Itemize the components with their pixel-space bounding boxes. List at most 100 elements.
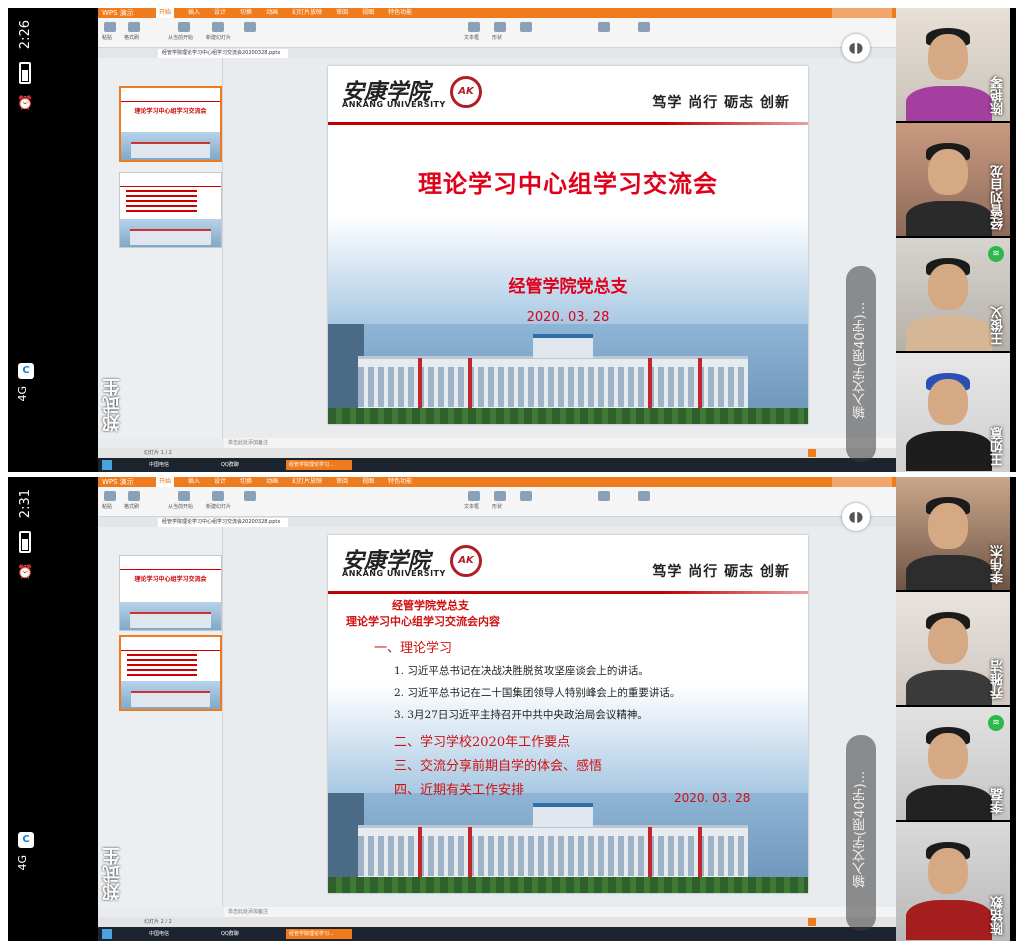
- find-icon[interactable]: [598, 491, 610, 501]
- share-icon[interactable]: [638, 491, 650, 501]
- windows-taskbar: 中国电信 QQ群聊 经管学院理论学习...: [98, 458, 896, 472]
- thumb-lines: [126, 190, 215, 212]
- shape-icon[interactable]: [494, 491, 506, 501]
- slide-thumbnail-2[interactable]: [119, 172, 222, 248]
- arrange-icon[interactable]: [520, 491, 532, 501]
- slide-thumbnail-1[interactable]: 理论学习中心组学习交流会: [119, 555, 222, 631]
- new-slide-icon[interactable]: [212, 22, 224, 32]
- taskbar-item[interactable]: QQ群聊: [218, 929, 239, 939]
- taskbar-item-active[interactable]: 经管学院理论学习...: [286, 460, 352, 470]
- menu-item[interactable]: 插入: [188, 477, 200, 487]
- menu-item[interactable]: 幻灯片放映: [292, 8, 322, 18]
- play-icon[interactable]: [808, 918, 816, 926]
- shared-screen: WPS 演示 开始 插入 设计 切换 动画 幻灯片放映 审阅 视图 特色功能 粘…: [98, 477, 896, 941]
- menu-item[interactable]: 切换: [240, 477, 252, 487]
- slide-thumbnail-2[interactable]: [119, 635, 222, 711]
- document-tab[interactable]: 经管学院理论学习中心组学习交流会20200328.pptx: [158, 49, 288, 58]
- ribbon-label: 形状: [492, 35, 503, 41]
- slide-canvas[interactable]: 安康学院 ANKANG UNIVERSITY AK 笃学 尚行 砺志 创新 经管…: [328, 535, 808, 893]
- university-motto: 笃学 尚行 砺志 创新: [652, 564, 790, 580]
- phone-time: 2:31: [18, 489, 33, 519]
- taskbar-item-active[interactable]: 经管学院理论学习...: [286, 929, 352, 939]
- menu-item[interactable]: 设计: [214, 8, 226, 18]
- presenter-name: 郑武生: [102, 847, 123, 901]
- alarm-icon: ⏰: [17, 565, 34, 580]
- new-slide-icon[interactable]: [212, 491, 224, 501]
- participant-tile[interactable]: 陈艳琴: [896, 8, 1010, 121]
- list-item: 2. 习近平总书记在二十国集团领导人特别峰会上的重要讲话。: [394, 687, 681, 699]
- menu-item[interactable]: 动画: [266, 8, 278, 18]
- menu-item[interactable]: 特色功能: [388, 477, 412, 487]
- layout-icon[interactable]: [244, 491, 256, 501]
- find-icon[interactable]: [598, 22, 610, 32]
- layout-icon[interactable]: [244, 22, 256, 32]
- wifi-live-icon: ≋: [988, 715, 1004, 731]
- menu-item[interactable]: 设计: [214, 477, 226, 487]
- menu-item[interactable]: 切换: [240, 8, 252, 18]
- menu-item[interactable]: 动画: [266, 477, 278, 487]
- menu-item[interactable]: 插入: [188, 8, 200, 18]
- share-icon[interactable]: [638, 22, 650, 32]
- participant-tile[interactable]: ≋ 李磊: [896, 707, 1010, 820]
- ribbon-toolbar: 粘贴 格式刷 从当前开始 新建幻灯片 文本框 形状: [98, 18, 896, 48]
- university-seal-icon: AK: [450, 545, 482, 577]
- mic-icon[interactable]: ◖◗: [842, 503, 870, 531]
- slide-canvas[interactable]: 安康学院 ANKANG UNIVERSITY AK 笃学 尚行 砺志 创新 理论…: [328, 66, 808, 424]
- notes-field[interactable]: 单击此处添加备注: [224, 907, 896, 917]
- taskbar-item[interactable]: 中国电信: [146, 929, 169, 939]
- play-icon[interactable]: [808, 449, 816, 457]
- slide-header: 安康学院 ANKANG UNIVERSITY AK 笃学 尚行 砺志 创新: [328, 535, 808, 591]
- menu-item[interactable]: 审阅: [336, 8, 348, 18]
- menu-item[interactable]: 视图: [362, 8, 374, 18]
- ribbon-label: 新建幻灯片: [206, 504, 232, 510]
- mic-icon[interactable]: ◖◗: [842, 34, 870, 62]
- menu-item[interactable]: 视图: [362, 477, 374, 487]
- status-bar: 幻灯片 2 / 2: [98, 917, 896, 927]
- alarm-icon: ⏰: [17, 96, 34, 111]
- paste-icon[interactable]: [104, 22, 116, 32]
- participant-tile[interactable]: 李伟杰: [896, 477, 1010, 590]
- windows-taskbar: 中国电信 QQ群聊 经管学院理论学习...: [98, 927, 896, 941]
- participant-tile[interactable]: 陈铭数: [896, 822, 1010, 941]
- thumb-header: [121, 637, 220, 651]
- window-controls[interactable]: [832, 8, 892, 18]
- play-from-current-icon[interactable]: [178, 491, 190, 501]
- paste-icon[interactable]: [104, 491, 116, 501]
- menu-item[interactable]: 特色功能: [388, 8, 412, 18]
- thumb-image: [121, 132, 220, 160]
- slide-date: 2020. 03. 28: [526, 310, 610, 325]
- window-controls[interactable]: [832, 477, 892, 487]
- ribbon-label: 新建幻灯片: [206, 35, 232, 41]
- chat-input[interactable]: 输入文字(限40字)...: [846, 735, 876, 931]
- menu-item[interactable]: 开始: [156, 477, 175, 487]
- thumb-header: [120, 173, 221, 187]
- chat-input[interactable]: 输入文字(限40字)...: [846, 266, 876, 462]
- thumb-image: [120, 219, 221, 247]
- notes-field[interactable]: 单击此处添加备注: [224, 438, 896, 448]
- taskbar-item[interactable]: 中国电信: [146, 460, 169, 470]
- textbox-icon[interactable]: [468, 491, 480, 501]
- textbox-icon[interactable]: [468, 22, 480, 32]
- document-tab[interactable]: 经管学院理论学习中心组学习交流会20200328.pptx: [158, 518, 288, 527]
- arrange-icon[interactable]: [520, 22, 532, 32]
- participant-tile[interactable]: 王如意: [896, 353, 1010, 472]
- taskbar-item[interactable]: QQ群聊: [218, 460, 239, 470]
- participant-tile[interactable]: 乔雅洁: [896, 592, 1010, 705]
- participant-tile[interactable]: ≋ 王俊义: [896, 238, 1010, 351]
- menu-item[interactable]: 幻灯片放映: [292, 477, 322, 487]
- section-heading: 三、交流分享前期自学的体会、感悟: [394, 759, 603, 774]
- play-from-current-icon[interactable]: [178, 22, 190, 32]
- windows-start-icon[interactable]: [102, 460, 112, 470]
- windows-start-icon[interactable]: [102, 929, 112, 939]
- format-painter-icon[interactable]: [128, 22, 140, 32]
- menu-item[interactable]: 审阅: [336, 477, 348, 487]
- participant-tile[interactable]: 经管刘自龙: [896, 123, 1010, 236]
- slide-thumbnail-1[interactable]: 理论学习中心组学习交流会: [119, 86, 222, 162]
- format-painter-icon[interactable]: [128, 491, 140, 501]
- shape-icon[interactable]: [494, 22, 506, 32]
- menu-item[interactable]: 开始: [156, 8, 175, 18]
- wps-menubar: WPS 演示 开始 插入 设计 切换 动画 幻灯片放映 审阅 视图 特色功能: [98, 8, 896, 18]
- university-seal-icon: AK: [450, 76, 482, 108]
- ribbon-label: 从当前开始: [168, 35, 194, 41]
- signal-indicator: 4G: [16, 855, 29, 871]
